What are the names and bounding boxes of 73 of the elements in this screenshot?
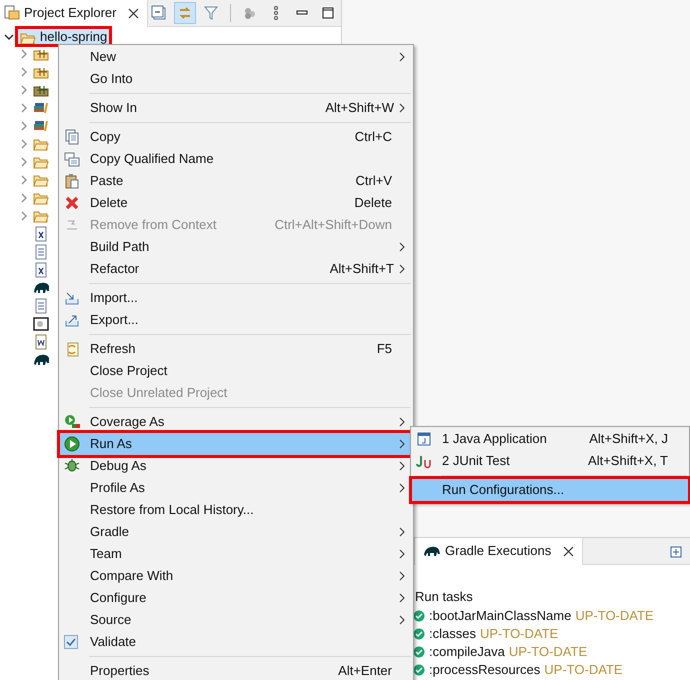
maximize-icon[interactable] xyxy=(320,5,336,21)
chevron-right-icon[interactable] xyxy=(19,157,29,167)
task-status: UP-TO-DATE xyxy=(508,643,588,662)
menu-item[interactable]: Profile As xyxy=(60,477,412,499)
menu-item[interactable]: Show In Alt+Shift+W xyxy=(60,97,412,119)
menu-item[interactable]: Paste Ctrl+V xyxy=(60,170,412,192)
delete-icon xyxy=(64,195,80,211)
section-heading: Run tasks xyxy=(414,588,473,606)
task-name: :processResources xyxy=(429,661,540,680)
menu-item[interactable]: Refresh F5 xyxy=(60,338,412,360)
menu-item[interactable]: Compare With xyxy=(60,565,412,587)
chevron-right-icon[interactable] xyxy=(19,211,29,221)
chevron-right-icon[interactable] xyxy=(19,49,29,59)
explorer-icon xyxy=(4,5,20,21)
menu-item[interactable]: Team xyxy=(60,543,412,565)
menu-item[interactable]: Run Configurations... xyxy=(412,479,688,501)
chevron-right-icon[interactable] xyxy=(19,85,29,95)
close-icon[interactable] xyxy=(563,546,574,556)
menu-item[interactable]: Copy Ctrl+C xyxy=(60,126,412,148)
library-icon xyxy=(33,118,49,134)
check-circle-icon xyxy=(413,664,425,676)
task-status: UP-TO-DATE xyxy=(544,661,623,680)
menu-item[interactable]: Copy Qualified Name xyxy=(60,148,412,170)
menu-item[interactable]: Configure xyxy=(60,587,412,609)
menu-item[interactable]: Source xyxy=(60,609,412,631)
junit-icon xyxy=(416,453,432,469)
chevron-right-icon[interactable] xyxy=(19,121,29,131)
menu-item[interactable]: Run As xyxy=(60,433,412,455)
menu-item[interactable]: Refactor Alt+Shift+T xyxy=(60,258,412,280)
copy-icon xyxy=(64,151,80,167)
new-icon[interactable] xyxy=(668,544,682,558)
menu-item[interactable]: Debug As xyxy=(60,455,412,477)
check-circle-icon xyxy=(413,610,425,622)
close-icon[interactable] xyxy=(128,8,140,18)
collapse-icon[interactable] xyxy=(151,5,168,21)
chevron-right-icon[interactable] xyxy=(19,67,29,77)
check-circle-icon xyxy=(413,628,425,640)
window-icon xyxy=(416,431,432,447)
menu-item[interactable]: Import... xyxy=(60,287,412,309)
coverage-icon xyxy=(64,414,80,430)
menu-item[interactable]: Build Path xyxy=(60,236,412,258)
menu-item[interactable]: New xyxy=(60,46,412,68)
copy-icon xyxy=(64,129,80,145)
menu-item[interactable]: Restore from Local History... xyxy=(60,499,412,521)
menu-item[interactable]: Validate xyxy=(60,631,412,653)
menu-item[interactable]: Export... xyxy=(60,309,412,331)
filter-icon[interactable] xyxy=(203,5,220,21)
task-name: :bootJarMainClassName xyxy=(429,607,572,626)
check-circle-icon xyxy=(413,646,425,658)
tree-item[interactable]: hello-spring xyxy=(18,29,110,44)
menu-item[interactable]: Coverage As xyxy=(60,411,412,433)
menu-item[interactable]: 2 JUnit Test Alt+Shift+X, T xyxy=(412,450,688,472)
task-status: UP-TO-DATE xyxy=(575,607,654,626)
elephant-icon xyxy=(423,545,441,557)
menu-item[interactable]: Delete Delete xyxy=(60,192,412,214)
task-name: :classes xyxy=(429,625,476,644)
chevron-right-icon[interactable] xyxy=(19,193,29,203)
chevron-right-icon[interactable] xyxy=(19,139,29,149)
import-icon xyxy=(64,290,80,306)
task-status: UP-TO-DATE xyxy=(480,625,558,644)
menu-item[interactable]: Properties Alt+Enter xyxy=(60,660,412,680)
menu-item[interactable]: Go Into xyxy=(60,68,412,90)
chevron-right-icon[interactable] xyxy=(19,175,29,185)
menu-item[interactable]: Close Project xyxy=(60,360,412,382)
menu-item[interactable]: Gradle xyxy=(60,521,412,543)
menu-item[interactable]: 1 Java Application Alt+Shift+X, J xyxy=(412,428,688,450)
library-icon xyxy=(33,100,49,116)
chevron-right-icon[interactable] xyxy=(19,103,29,113)
bug-icon xyxy=(64,458,80,474)
view-title: Project Explorer xyxy=(24,4,116,22)
run-icon xyxy=(64,436,80,452)
task-name: :compileJava xyxy=(429,643,505,662)
paste-icon xyxy=(64,173,80,189)
